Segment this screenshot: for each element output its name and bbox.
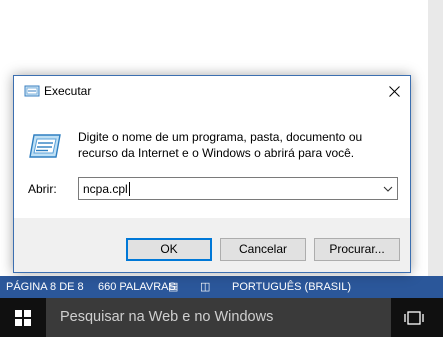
status-language[interactable]: PORTUGUÊS (BRASIL) <box>232 276 351 298</box>
close-button[interactable] <box>378 76 410 107</box>
start-button[interactable] <box>0 298 46 337</box>
run-program-icon <box>29 134 61 158</box>
task-view-icon <box>404 310 424 325</box>
word-status-bar: PÁGINA 8 DE 8 660 PALAVRAS ▤ ◫ PORTUGUÊS… <box>0 276 443 298</box>
status-page-count[interactable]: PÁGINA 8 DE 8 <box>6 276 84 298</box>
dialog-description: Digite o nome de um programa, pasta, doc… <box>78 130 363 160</box>
search-placeholder: Pesquisar na Web e no Windows <box>60 309 274 325</box>
run-icon <box>24 85 40 97</box>
chevron-down-icon[interactable] <box>382 183 394 195</box>
ok-button[interactable]: OK <box>126 238 212 261</box>
taskbar-search-box[interactable]: Pesquisar na Web e no Windows <box>46 298 391 337</box>
dialog-title: Executar <box>44 84 92 98</box>
taskbar: Pesquisar na Web e no Windows <box>0 298 443 337</box>
open-combobox[interactable]: ncpa.cpl <box>78 177 398 200</box>
cancel-button[interactable]: Cancelar <box>220 238 306 261</box>
windows-logo-icon <box>15 309 31 326</box>
run-dialog: Executar Digite o nome de um programa, p… <box>13 75 411 273</box>
dialog-title-bar[interactable]: Executar <box>14 76 410 107</box>
macro-icon[interactable]: ◫ <box>200 276 210 298</box>
dialog-content: Digite o nome de um programa, pasta, doc… <box>14 107 410 218</box>
open-input-value[interactable]: ncpa.cpl <box>83 182 130 196</box>
task-view-button[interactable] <box>391 298 437 337</box>
browse-button[interactable]: Procurar... <box>314 238 400 261</box>
close-icon <box>388 86 400 97</box>
open-label: Abrir: <box>28 182 57 196</box>
proofing-icon[interactable]: ▤ <box>168 276 178 298</box>
status-word-count[interactable]: 660 PALAVRAS <box>98 276 176 298</box>
